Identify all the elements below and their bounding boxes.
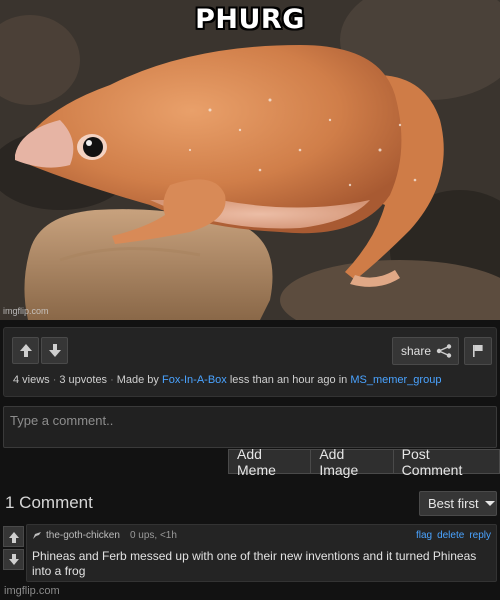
post-info-panel: share 4 views · 3 upvotes · Made by Fox-In-A…: [3, 327, 497, 397]
composer-buttons: Add Meme Add Image Post Comment: [228, 446, 500, 478]
share-button[interactable]: share: [392, 337, 459, 365]
comment-input[interactable]: [3, 406, 497, 448]
comment-item: the-goth-chicken 0 ups, <1h flag delete …: [26, 524, 497, 582]
image-watermark: imgflip.com: [3, 306, 49, 316]
upvote-button[interactable]: [12, 337, 39, 364]
flag-button[interactable]: [464, 337, 492, 365]
arrow-up-icon: [19, 344, 32, 357]
post-time: less than an hour ago in: [229, 374, 348, 386]
share-icon: [436, 344, 452, 358]
comment-vote-column: [3, 526, 24, 570]
comment-stats: 0 ups, <1h: [129, 530, 177, 541]
views-count: 4 views: [13, 374, 50, 386]
chevron-down-icon: [484, 501, 495, 506]
stream-link[interactable]: MS_memer_group: [350, 374, 441, 386]
meme-caption: PHURG: [195, 4, 305, 35]
meme-image: PHURG imgflip.com: [0, 0, 500, 320]
share-label: share: [401, 344, 432, 358]
comment-flag-link[interactable]: flag: [416, 530, 432, 541]
comment-reply-link[interactable]: reply: [469, 530, 491, 541]
sort-dropdown[interactable]: Best first: [419, 491, 497, 516]
author-link[interactable]: Fox-In-A-Box: [162, 374, 227, 386]
sort-label: Best first: [428, 496, 479, 511]
comment-actions: flag delete reply: [416, 530, 491, 541]
upvotes-count: 3 upvotes: [59, 374, 108, 386]
comment-delete-link[interactable]: delete: [437, 530, 464, 541]
frog-photo: [0, 0, 500, 320]
add-meme-button[interactable]: Add Meme: [228, 446, 312, 478]
flag-icon: [473, 345, 483, 357]
made-by-label: Made by: [116, 374, 159, 386]
comment-header: the-goth-chicken 0 ups, <1h: [32, 530, 177, 541]
comment-upvote-button[interactable]: [3, 526, 24, 547]
comment-username[interactable]: the-goth-chicken: [46, 530, 120, 541]
post-meta: 4 views · 3 upvotes · Made by Fox-In-A-Box l…: [13, 374, 442, 386]
arrow-up-icon: [8, 531, 19, 543]
user-avatar-icon: [33, 532, 41, 539]
comment-text: Phineas and Ferb messed up with one of t…: [32, 549, 477, 578]
footer-watermark: imgflip.com: [4, 585, 60, 597]
post-comment-button[interactable]: Post Comment: [393, 446, 500, 478]
arrow-down-icon: [48, 344, 61, 357]
comments-count: 1 Comment: [5, 493, 93, 512]
arrow-down-icon: [8, 553, 19, 565]
downvote-button[interactable]: [41, 337, 68, 364]
comment-downvote-button[interactable]: [3, 549, 24, 570]
add-image-button[interactable]: Add Image: [311, 446, 394, 478]
